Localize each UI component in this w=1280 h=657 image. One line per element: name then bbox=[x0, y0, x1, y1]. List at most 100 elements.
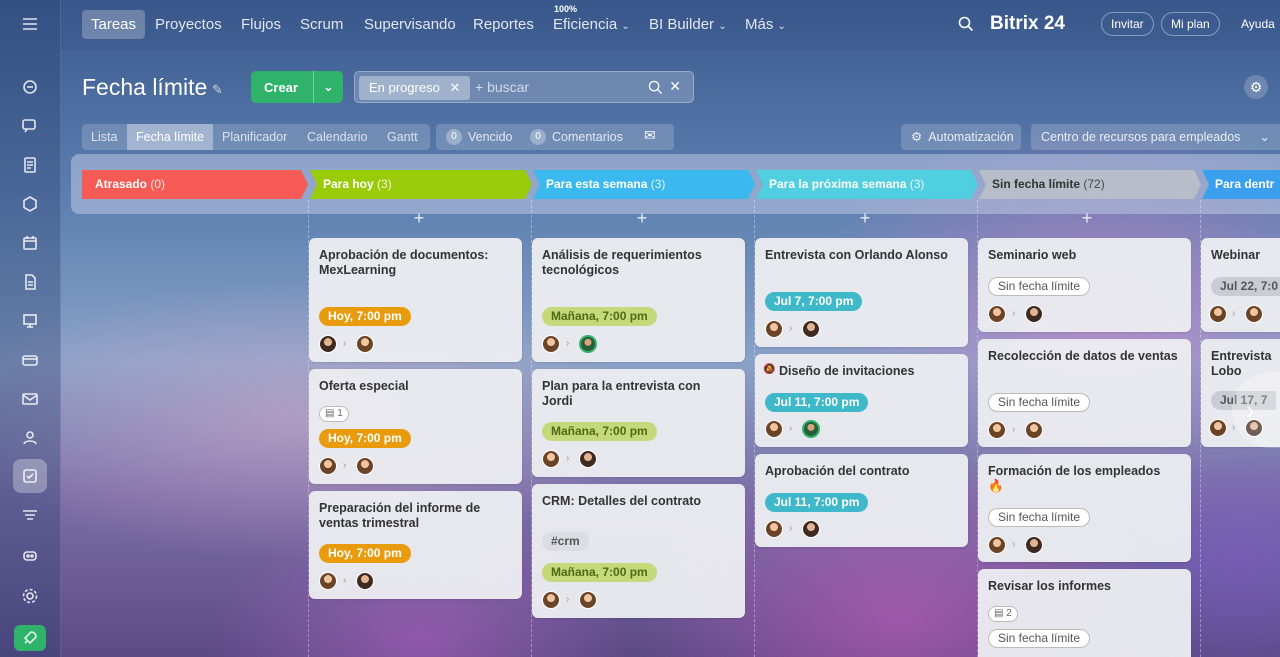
tab-calendario[interactable]: Calendario bbox=[298, 124, 376, 150]
task-card[interactable]: Formación de los empleados 🔥 Sin fecha l… bbox=[978, 454, 1191, 562]
task-card[interactable]: Diseño de invitaciones 🔕 Jul 11, 7:00 pm… bbox=[755, 354, 968, 447]
avatar[interactable] bbox=[356, 457, 374, 475]
nav-bi-builder[interactable]: BI Builder ⌄ bbox=[640, 10, 736, 39]
deadline-badge[interactable]: Hoy, 7:00 pm bbox=[319, 307, 411, 326]
column-para-la-proxima-semana[interactable]: Para la próxima semana (3) bbox=[756, 170, 978, 199]
search-icon[interactable] bbox=[958, 16, 974, 32]
automation-button[interactable]: ⚙ Automatización bbox=[901, 124, 1021, 150]
avatar[interactable] bbox=[1025, 421, 1043, 439]
feed-icon[interactable] bbox=[15, 72, 45, 102]
nav-reportes[interactable]: Reportes bbox=[464, 10, 543, 39]
avatar[interactable] bbox=[356, 572, 374, 590]
overdue-counter[interactable]: Vencido bbox=[468, 124, 512, 150]
close-icon[interactable]: ✕ bbox=[449, 80, 460, 95]
task-card[interactable]: Recolección de datos de ventas Sin fecha… bbox=[978, 339, 1191, 447]
comments-counter[interactable]: Comentarios bbox=[552, 124, 623, 150]
add-task-sin-fecha-button[interactable]: + bbox=[1077, 208, 1097, 229]
nav-scrum[interactable]: Scrum bbox=[291, 10, 352, 39]
task-card[interactable]: Aprobación de documentos: MexLearning Ho… bbox=[309, 238, 522, 362]
avatar[interactable] bbox=[1025, 536, 1043, 554]
task-card[interactable]: Preparación del informe de ventas trimes… bbox=[309, 491, 522, 599]
deadline-badge[interactable]: Hoy, 7:00 pm bbox=[319, 429, 411, 448]
chat-icon[interactable] bbox=[15, 111, 45, 141]
card-icon[interactable] bbox=[15, 345, 45, 375]
add-task-proxima-button[interactable]: + bbox=[855, 208, 875, 229]
deadline-badge[interactable]: Sin fecha límite bbox=[988, 508, 1091, 527]
deadline-badge[interactable]: Sin fecha límite bbox=[988, 393, 1091, 412]
tab-gantt[interactable]: Gantt bbox=[378, 124, 427, 150]
mail-icon[interactable] bbox=[15, 384, 45, 414]
create-button[interactable]: Crear ⌄ bbox=[251, 71, 343, 103]
tab-fecha-limite[interactable]: Fecha límite bbox=[127, 124, 214, 150]
deadline-badge[interactable]: Mañana, 7:00 pm bbox=[542, 563, 657, 582]
clear-icon[interactable]: ✕ bbox=[669, 78, 681, 95]
menu-icon[interactable] bbox=[15, 9, 45, 39]
chevron-down-icon[interactable]: ⌄ bbox=[313, 71, 343, 103]
column-para-hoy[interactable]: Para hoy (3) bbox=[310, 170, 532, 199]
rocket-icon[interactable] bbox=[14, 625, 46, 651]
crm-tag[interactable]: #crm bbox=[542, 532, 589, 551]
gear-icon[interactable]: ⚙ bbox=[1244, 75, 1268, 99]
avatar[interactable] bbox=[579, 450, 597, 468]
avatar[interactable] bbox=[988, 305, 1006, 323]
search-bar[interactable]: En progreso ✕ ✕ bbox=[354, 71, 694, 103]
avatar[interactable] bbox=[765, 520, 783, 538]
column-atrasado[interactable]: Atrasado (0) bbox=[82, 170, 308, 199]
file-icon[interactable] bbox=[15, 267, 45, 297]
task-card[interactable]: Webinar Jul 22, 7:0 › bbox=[1201, 238, 1280, 332]
nav-mas[interactable]: Más ⌄ bbox=[736, 10, 795, 39]
presentation-icon[interactable] bbox=[15, 306, 45, 336]
add-task-hoy-button[interactable]: + bbox=[409, 208, 429, 229]
avatar[interactable] bbox=[765, 420, 783, 438]
robot-icon[interactable] bbox=[15, 540, 45, 570]
avatar[interactable] bbox=[542, 335, 560, 353]
avatar[interactable] bbox=[988, 421, 1006, 439]
avatar[interactable] bbox=[1245, 305, 1263, 323]
avatar[interactable] bbox=[1209, 305, 1227, 323]
avatar[interactable] bbox=[988, 536, 1006, 554]
task-card[interactable]: Plan para la entrevista con Jordi Mañana… bbox=[532, 369, 745, 477]
avatar[interactable] bbox=[542, 450, 560, 468]
filter-chip[interactable]: En progreso ✕ bbox=[359, 76, 471, 100]
task-card[interactable]: Análisis de requerimientos tecnológicos … bbox=[532, 238, 745, 362]
tasks-icon[interactable] bbox=[13, 459, 47, 493]
task-card[interactable]: Oferta especial ▤ 1 Hoy, 7:00 pm › bbox=[309, 369, 522, 484]
task-card[interactable]: Seminario web Sin fecha límite › bbox=[978, 238, 1191, 332]
calendar-icon[interactable] bbox=[15, 228, 45, 258]
resource-center-button[interactable]: Centro de recursos para empleados ⌄ bbox=[1031, 124, 1280, 150]
task-card[interactable]: Aprobación del contrato Jul 11, 7:00 pm … bbox=[755, 454, 968, 547]
task-card[interactable]: Revisar los informes ▤ 2 Sin fecha límit… bbox=[978, 569, 1191, 657]
nav-eficiencia[interactable]: Eficiencia ⌄ bbox=[544, 10, 639, 39]
deadline-badge[interactable]: Mañana, 7:00 pm bbox=[542, 422, 657, 441]
invite-button[interactable]: Invitar bbox=[1101, 12, 1154, 36]
avatar[interactable] bbox=[319, 572, 337, 590]
documents-icon[interactable] bbox=[15, 150, 45, 180]
help-button[interactable]: Ayuda bbox=[1231, 12, 1280, 36]
column-para-esta-semana[interactable]: Para esta semana (3) bbox=[533, 170, 755, 199]
search-icon[interactable] bbox=[648, 80, 663, 95]
avatar[interactable] bbox=[802, 520, 820, 538]
deadline-badge[interactable]: Hoy, 7:00 pm bbox=[319, 544, 411, 563]
nav-supervisando[interactable]: Supervisando bbox=[355, 10, 465, 39]
avatar[interactable] bbox=[765, 320, 783, 338]
deadline-badge[interactable]: Jul 11, 7:00 pm bbox=[765, 493, 869, 512]
avatar[interactable] bbox=[579, 335, 597, 353]
avatar[interactable] bbox=[319, 335, 337, 353]
comment-check-icon[interactable]: ✉ bbox=[644, 127, 656, 144]
nav-tareas[interactable]: Tareas bbox=[82, 10, 146, 39]
deadline-badge[interactable]: Jul 7, 7:00 pm bbox=[765, 292, 863, 311]
tab-planificador[interactable]: Planificador bbox=[213, 124, 296, 150]
deadline-badge[interactable]: Jul 22, 7:0 bbox=[1211, 277, 1280, 296]
filter-icon[interactable] bbox=[15, 501, 45, 531]
pin-icon[interactable]: ✎ bbox=[212, 82, 223, 98]
avatar[interactable] bbox=[1209, 419, 1227, 437]
column-para-dentro[interactable]: Para dentr bbox=[1202, 170, 1280, 199]
deadline-badge[interactable]: Jul 11, 7:00 pm bbox=[765, 393, 869, 412]
nav-proyectos[interactable]: Proyectos bbox=[146, 10, 231, 39]
column-sin-fecha-limite[interactable]: Sin fecha límite (72) bbox=[979, 170, 1201, 199]
tab-lista[interactable]: Lista bbox=[82, 124, 126, 150]
search-input[interactable] bbox=[475, 79, 635, 95]
avatar[interactable] bbox=[802, 320, 820, 338]
avatar[interactable] bbox=[542, 591, 560, 609]
avatar[interactable] bbox=[319, 457, 337, 475]
